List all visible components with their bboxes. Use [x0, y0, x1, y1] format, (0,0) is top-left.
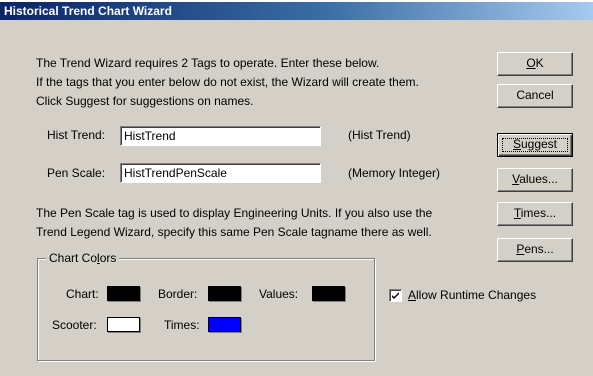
chart-colors-title: Chart Colors — [46, 251, 120, 265]
intro-text-line-2: If the tags that you enter below do not … — [36, 75, 419, 89]
values-button[interactable]: Values... — [497, 168, 573, 192]
values-color-label: Values: — [259, 287, 299, 301]
pen-scale-type: (Memory Integer) — [348, 166, 441, 180]
border-color-swatch[interactable] — [208, 286, 241, 301]
times-button[interactable]: Times... — [497, 202, 573, 226]
chart-color-label: Chart: — [66, 287, 99, 301]
allow-runtime-checkbox[interactable] — [389, 289, 402, 302]
note-text-line-1: The Pen Scale tag is used to display Eng… — [36, 206, 433, 220]
values-color-swatch[interactable] — [312, 286, 345, 301]
intro-text-line-3: Click Suggest for suggestions on names. — [36, 94, 254, 108]
scooter-color-swatch[interactable] — [107, 317, 140, 332]
pen-scale-input[interactable]: HistTrendPenScale — [120, 163, 321, 183]
suggest-button[interactable]: Suggest — [497, 133, 573, 157]
note-text-line-2: Trend Legend Wizard, specify this same P… — [36, 225, 432, 239]
pen-scale-label: Pen Scale: — [47, 166, 106, 180]
chart-color-swatch[interactable] — [107, 286, 140, 301]
hist-trend-type: (Hist Trend) — [348, 128, 411, 142]
hist-trend-label: Hist Trend: — [47, 128, 106, 142]
ok-button[interactable]: OK — [497, 52, 573, 76]
scooter-color-label: Scooter: — [52, 318, 97, 332]
hist-trend-input[interactable]: HistTrend — [120, 126, 321, 146]
window-title-bar[interactable]: Historical Trend Chart Wizard — [0, 2, 593, 20]
wizard-dialog: The Trend Wizard requires 2 Tags to oper… — [0, 20, 593, 376]
times-color-swatch[interactable] — [208, 317, 241, 332]
times-color-label: Times: — [164, 318, 200, 332]
checkmark-icon — [392, 292, 399, 299]
pens-button[interactable]: Pens... — [497, 238, 573, 262]
cancel-button[interactable]: Cancel — [497, 84, 573, 108]
chart-colors-group: Chart Colors — [37, 251, 375, 361]
border-color-label: Border: — [158, 287, 198, 301]
allow-runtime-label[interactable]: Allow Runtime Changes — [408, 288, 536, 302]
window-title: Historical Trend Chart Wizard — [4, 4, 172, 18]
intro-text-line-1: The Trend Wizard requires 2 Tags to oper… — [36, 56, 380, 70]
